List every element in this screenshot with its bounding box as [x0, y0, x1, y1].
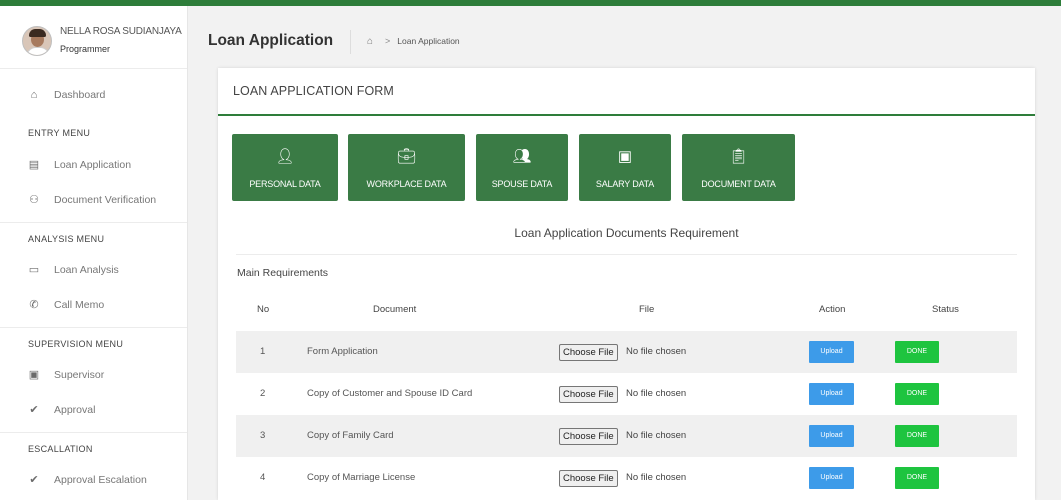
row-number: 1	[260, 346, 266, 357]
tab-label: SPOUSE DATA	[491, 179, 553, 189]
sidebar-item-label: Dashboard	[54, 89, 106, 101]
tab-document-data[interactable]: 📋︎ DOCUMENT DATA	[682, 134, 795, 201]
home-icon[interactable]: ⌂	[367, 36, 378, 47]
status-badge: DONE	[895, 383, 939, 405]
row-document: Copy of Family Card	[307, 430, 394, 441]
tab-personal-data[interactable]: 👤︎ PERSONAL DATA	[232, 134, 338, 201]
status-badge: DONE	[895, 467, 939, 489]
double-check-icon: ✔	[29, 474, 39, 486]
sidebar-item-label: Loan Application	[54, 159, 132, 171]
status-badge: DONE	[895, 341, 939, 363]
file-status-text: No file chosen	[626, 346, 687, 357]
file-status-text: No file chosen	[626, 388, 687, 399]
sidebar-item-label: Call Memo	[54, 299, 105, 311]
breadcrumb-divider	[350, 30, 351, 54]
column-header-status: Status	[932, 304, 959, 315]
choose-file-button[interactable]: Choose File	[559, 428, 618, 445]
table-row: 2 Copy of Customer and Spouse ID Card Ch…	[236, 373, 1017, 415]
sidebar-divider	[0, 327, 187, 328]
main-requirements-label: Main Requirements	[237, 267, 329, 279]
user-profile[interactable]: NELLA ROSA SUDIANJAYA Programmer	[22, 24, 182, 64]
section-entry-menu: ENTRY MENU	[28, 128, 91, 138]
section-escallation: ESCALLATION	[28, 444, 93, 454]
user-name: NELLA ROSA SUDIANJAYA	[60, 26, 182, 37]
chevron-right-icon: >	[385, 36, 391, 46]
clipboard-icon: 📋︎	[728, 148, 749, 165]
breadcrumb-current: Loan Application	[397, 36, 460, 46]
column-header-action: Action	[819, 304, 846, 315]
document-icon: ▤	[28, 159, 40, 171]
row-number: 2	[260, 388, 266, 399]
section-supervision-menu: SUPERVISION MENU	[28, 339, 124, 349]
requirements-title: Loan Application Documents Requirement	[514, 226, 739, 240]
row-document: Copy of Customer and Spouse ID Card	[307, 388, 473, 399]
sidebar-divider	[0, 222, 187, 223]
sidebar-item-label: Approval Escalation	[54, 474, 147, 486]
tab-salary-data[interactable]: ▣ SALARY DATA	[579, 134, 671, 201]
sidebar-item-label: Approval	[54, 404, 96, 416]
status-badge: DONE	[895, 425, 939, 447]
loan-application-form-card: LOAN APPLICATION FORM 👤︎ PERSONAL DATA 💼…	[218, 68, 1035, 500]
money-icon: ▣	[617, 148, 633, 165]
choose-file-button[interactable]: Choose File	[559, 386, 618, 403]
row-number: 4	[260, 472, 266, 483]
breadcrumb: ⌂ > Loan Application	[367, 36, 460, 47]
section-analysis-menu: ANALYSIS MENU	[28, 234, 105, 244]
sidebar-item-label: Document Verification	[54, 194, 157, 206]
upload-button[interactable]: Upload	[809, 425, 854, 447]
column-header-document: Document	[373, 304, 417, 315]
sidebar-divider	[0, 68, 187, 69]
card-title: LOAN APPLICATION FORM	[233, 84, 394, 98]
user-role: Programmer	[60, 44, 111, 54]
users-icon: ⚇	[29, 194, 39, 206]
column-header-no: No	[257, 304, 270, 315]
tab-workplace-data[interactable]: 💼︎ WORKPLACE DATA	[348, 134, 465, 201]
tab-label: PERSONAL DATA	[249, 179, 321, 189]
file-status-text: No file chosen	[626, 472, 687, 483]
tab-label: DOCUMENT DATA	[701, 179, 776, 189]
tab-spouse-data[interactable]: 👥︎ SPOUSE DATA	[476, 134, 568, 201]
card-header-line	[218, 114, 1035, 116]
phone-icon: ✆	[29, 299, 39, 311]
table-row: 1 Form Application Choose File No file c…	[236, 331, 1017, 373]
row-number: 3	[260, 430, 266, 441]
page-title: Loan Application	[208, 32, 334, 49]
sidebar-divider	[0, 432, 187, 433]
avatar	[22, 26, 52, 56]
sidebar-item-label: Loan Analysis	[54, 264, 119, 276]
monitor-icon: ▭	[28, 264, 40, 276]
file-status-text: No file chosen	[626, 430, 687, 441]
table-row: 3 Copy of Family Card Choose File No fil…	[236, 415, 1017, 457]
user-icon: 👤︎	[275, 148, 295, 165]
sidebar-item-label: Supervisor	[54, 369, 105, 381]
table-row: 4 Copy of Marriage License Choose File N…	[236, 457, 1017, 499]
choose-file-button[interactable]: Choose File	[559, 470, 618, 487]
upload-button[interactable]: Upload	[809, 341, 854, 363]
upload-button[interactable]: Upload	[809, 467, 854, 489]
upload-button[interactable]: Upload	[809, 383, 854, 405]
briefcase-icon: 💼︎	[396, 148, 417, 165]
clipboard-check-icon: ▣	[28, 369, 40, 381]
users-icon: 👥︎	[512, 148, 532, 165]
sidebar: NELLA ROSA SUDIANJAYA Programmer ⌂ Dashb…	[0, 6, 188, 500]
tab-label: WORKPLACE DATA	[366, 179, 447, 189]
column-header-file: File	[639, 304, 655, 315]
requirements-divider	[236, 254, 1017, 255]
double-check-icon: ✔	[29, 404, 39, 416]
row-document: Copy of Marriage License	[307, 472, 416, 483]
tab-label: SALARY DATA	[595, 179, 655, 189]
home-icon: ⌂	[30, 89, 38, 101]
choose-file-button[interactable]: Choose File	[559, 344, 618, 361]
row-document: Form Application	[307, 346, 378, 357]
